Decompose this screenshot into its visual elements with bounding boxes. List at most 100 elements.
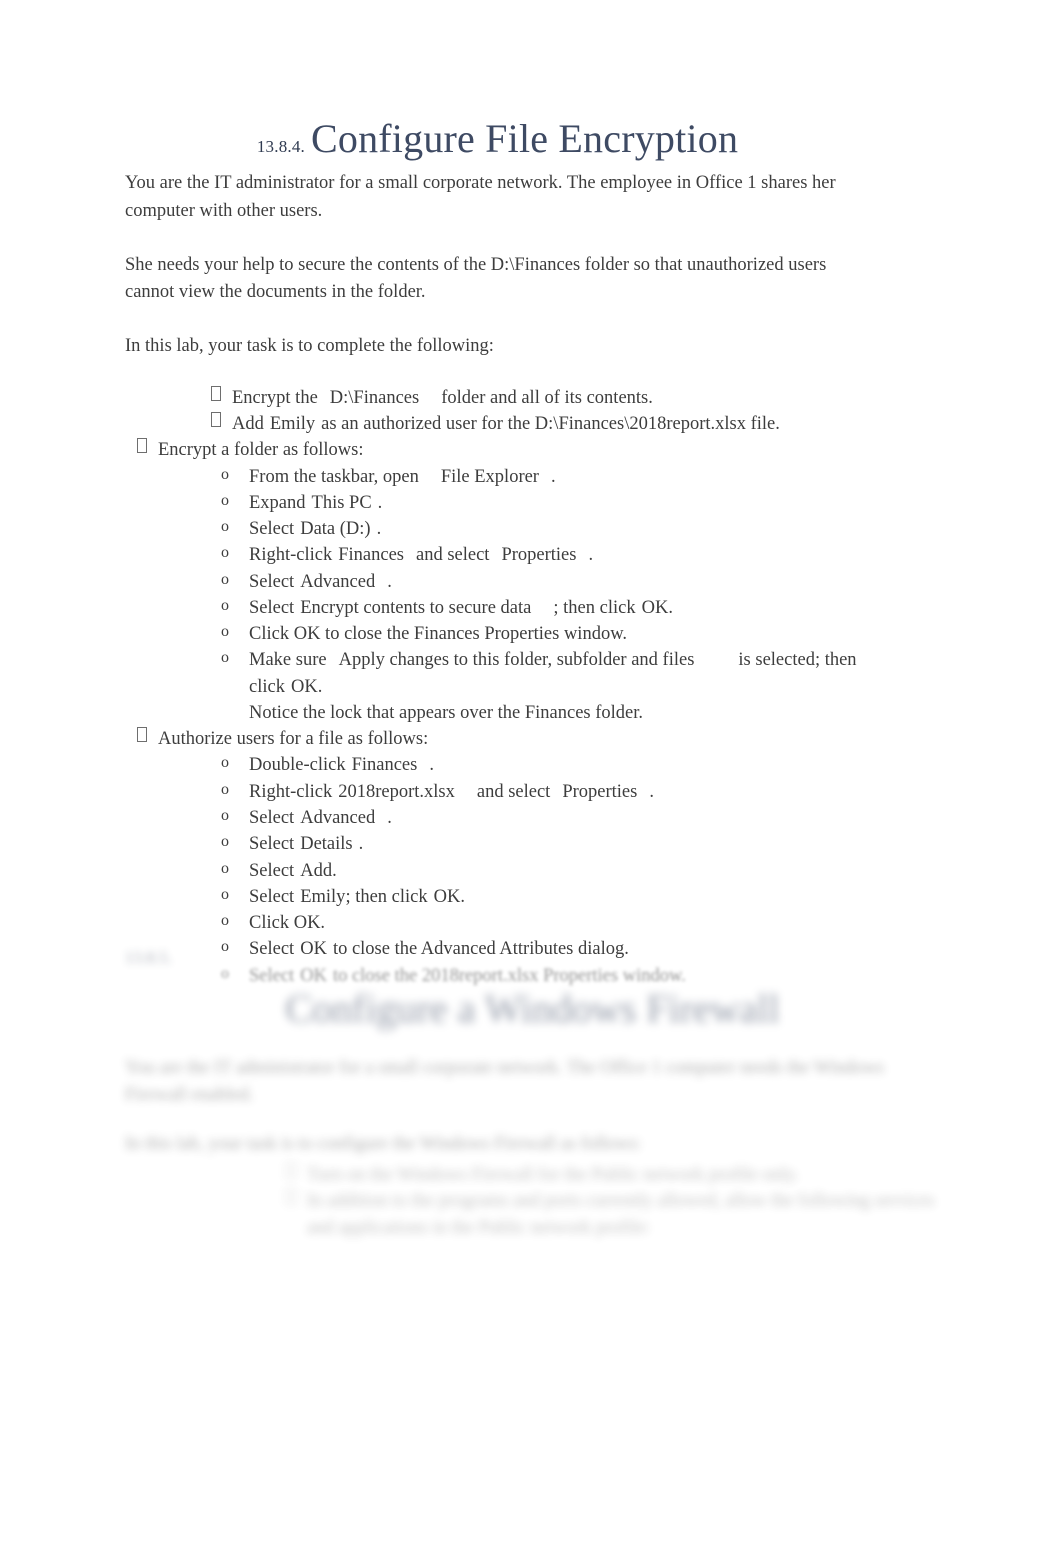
step-keyword: File Explorer (440, 466, 539, 487)
step-suffix: ; then click (345, 886, 428, 907)
section-title: Configure File Encryption (311, 116, 739, 161)
intro-paragraph-2: She needs your help to secure the conten… (125, 254, 827, 303)
step-keyword-2: Properties (501, 545, 577, 566)
sub-bullet-marker: o (221, 491, 229, 509)
step-keyword: Add (300, 860, 333, 881)
step-suffix: . (377, 492, 383, 513)
bullet-icon (211, 411, 221, 432)
step-suffix: . (332, 860, 337, 881)
step-keyword-2: OK (290, 676, 318, 697)
next-section-number: 13.8.5. (125, 948, 172, 967)
next-section-title: Configure a Windows Firewall (285, 986, 780, 1031)
step-suffix: to close the 2018report.xlsx Properties … (332, 965, 686, 986)
step-tail: . (668, 597, 673, 618)
step-keyword: Advanced (300, 808, 376, 828)
list-item: o Expand This PC. (125, 490, 870, 516)
next-section-bullets: Turn on the Windows Firewall for the Pub… (200, 1162, 945, 1241)
step-keyword-2: OK (433, 886, 461, 907)
sub-bullet-marker: o (221, 596, 229, 614)
step-mid: and select (416, 545, 490, 566)
sub-bullet-marker: o (221, 912, 229, 930)
list-item: o Double-click Finances. (125, 752, 870, 778)
sub-bullet-marker: o (221, 885, 229, 903)
list-item: Add Emily as an authorized user for the D:… (125, 411, 870, 437)
step-keyword: OK (300, 939, 327, 960)
sub-bullet-marker: o (221, 518, 229, 536)
step-suffix: . (588, 545, 594, 566)
list-item: o Select Advanced. (125, 569, 870, 595)
sub-bullet-marker: o (221, 964, 229, 982)
step-prefix: Right-click (249, 781, 333, 802)
sub-bullet-marker: o (221, 938, 229, 956)
procedure-heading: Encrypt a folder as follows: (125, 437, 870, 463)
step-keyword: This PC (311, 492, 372, 513)
list-item: o Select Encrypt contents to secure data;… (125, 595, 870, 621)
sub-bullet-marker: o (221, 780, 229, 798)
sub-bullet-marker: o (221, 859, 229, 877)
list-item: o Select Advanced. (125, 805, 870, 831)
step-suffix: . (649, 781, 654, 802)
step-suffix: . (429, 755, 434, 776)
sub-bullet-marker: o (221, 544, 229, 562)
procedure-heading-label: Encrypt a folder as follows: (158, 440, 364, 461)
list-item: o Select Emily; then click OK. (125, 884, 870, 910)
step-keyword-2: OK (641, 597, 669, 618)
sub-bullet-marker: o (221, 833, 229, 851)
sub-bullet-marker: o (221, 570, 229, 588)
step-prefix: From the taskbar, open (249, 466, 419, 487)
task-suffix: folder and all of its contents. (441, 387, 653, 408)
list-item-faded: Turn on the Windows Firewall for the Pub… (200, 1162, 945, 1188)
step-suffix: . (358, 834, 364, 855)
step-prefix: Right-click (249, 545, 333, 566)
list-item-faded: In addition to the programs and ports cu… (200, 1188, 945, 1241)
document-page: 13.8.4. Configure File Encryption You are… (0, 0, 1062, 1561)
list-item: o Select Add. (125, 858, 870, 884)
list-item: Encrypt the D:\Finances folder and all of … (125, 385, 870, 411)
step-keyword: Data (D:) (300, 519, 371, 540)
step-continuation: Notice the lock that appears over the Fi… (249, 702, 644, 723)
step-prefix: Select (249, 965, 295, 986)
intro-paragraph-3: In this lab, your task is to complete th… (125, 336, 494, 356)
step-keyword: Details (300, 834, 353, 855)
procedure-heading-label: Authorize users for a file as follows: (158, 729, 429, 750)
list-item: o Click OK. (125, 910, 870, 936)
step-prefix: Select (249, 886, 295, 907)
step-keyword: 2018report.xlsx (338, 781, 455, 802)
page-title: 13.8.4. Configure File Encryption (125, 118, 870, 160)
sub-bullet-marker: o (221, 754, 229, 772)
next-section-title-wrap: Configure a Windows Firewall (125, 985, 940, 1032)
section-number: 13.8.4. (256, 137, 305, 156)
sub-bullet-marker: o (221, 623, 229, 641)
sub-bullet-marker: o (221, 465, 229, 483)
list-item: o Select Details. (125, 831, 870, 857)
list-item: o Select OK to close the Advanced Attribut… (125, 936, 870, 962)
step-suffix: to close the Advanced Attributes dialog. (332, 939, 629, 960)
step-prefix: Select (249, 597, 295, 618)
sub-bullet-marker: o (221, 649, 229, 667)
step-keyword: Apply changes to this folder, subfolder … (338, 650, 695, 671)
step-keyword-2: Properties (562, 781, 638, 802)
step-keyword: Finances (351, 755, 418, 776)
step-suffix: . (387, 808, 392, 828)
list-item: o Make sure Apply changes to this folder,… (125, 647, 870, 726)
bullet-icon (137, 726, 147, 747)
step-keyword: Advanced (300, 571, 376, 592)
task-prefix: Add (232, 414, 264, 435)
step-tail: . (317, 676, 323, 697)
step-keyword: Encrypt contents to secure data (300, 597, 532, 618)
intro-paragraph-1: You are the IT administrator for a small… (125, 173, 836, 221)
step-prefix: Select (249, 939, 295, 960)
next-section-paragraph-2: In this lab, your task is to configure t… (125, 1133, 642, 1154)
step-tail: . (460, 886, 465, 907)
step-prefix: Select (249, 519, 295, 540)
sub-bullet-marker: o (221, 807, 229, 824)
step-suffix: ; then click (553, 597, 636, 618)
step-suffix: . (376, 519, 382, 540)
bullet-icon (286, 1188, 296, 1209)
task-keyword: D:\Finances (329, 387, 420, 408)
next-section-bullet-label: Turn on the Windows Firewall for the Pub… (307, 1165, 799, 1185)
list-item: o Right-click Finances and select Propertie… (125, 542, 870, 568)
step-prefix: Double-click (249, 755, 346, 776)
